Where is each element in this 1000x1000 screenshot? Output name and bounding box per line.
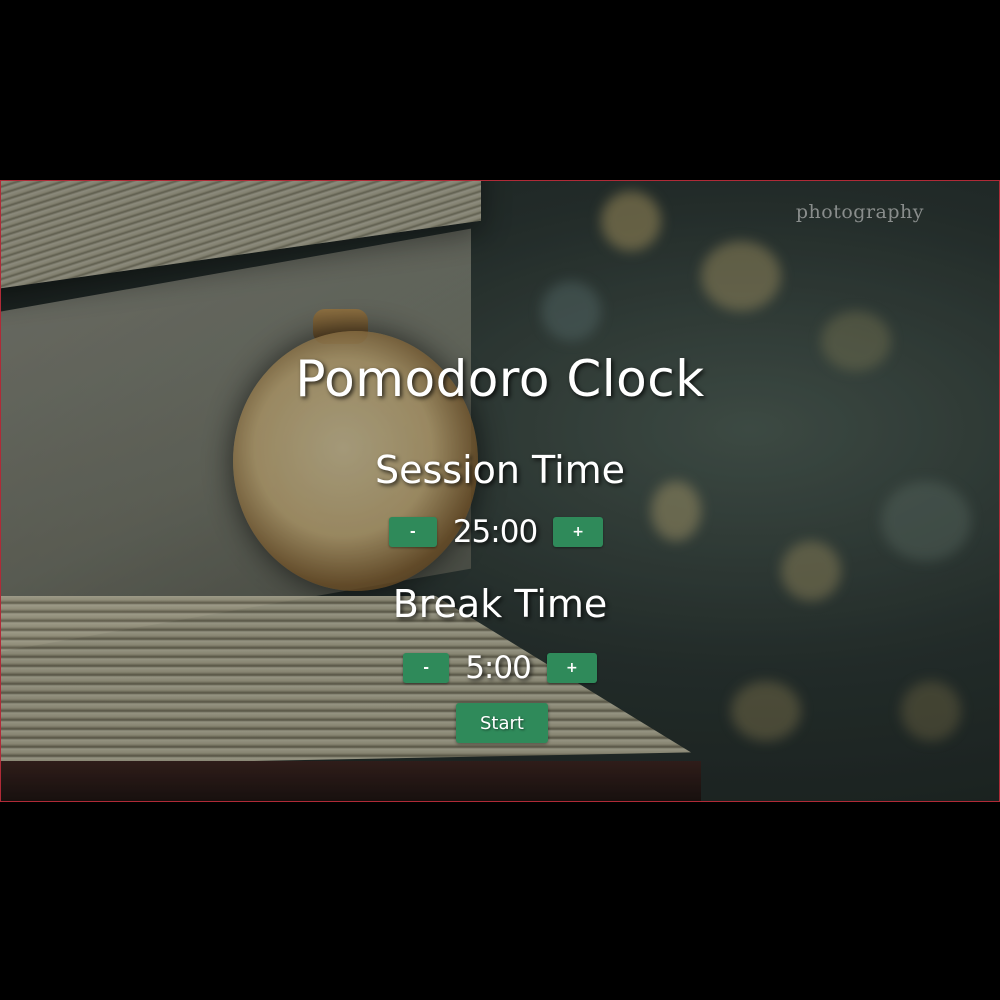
- page-title: Pomodoro Clock: [295, 350, 705, 408]
- break-value: 5:00: [465, 650, 532, 686]
- break-controls: - 5:00 +: [0, 650, 1000, 686]
- start-button[interactable]: Start: [456, 703, 548, 743]
- break-increment-button[interactable]: +: [546, 653, 597, 683]
- session-controls: - 25:00 +: [0, 514, 1000, 550]
- session-increment-button[interactable]: +: [553, 517, 604, 547]
- pomodoro-panel: Pomodoro Clock Session Time - 25:00 + Br…: [0, 180, 1000, 800]
- break-decrement-button[interactable]: -: [403, 653, 450, 683]
- break-label: Break Time: [392, 582, 608, 626]
- session-decrement-button[interactable]: -: [388, 517, 437, 547]
- session-label: Session Time: [374, 448, 626, 492]
- session-value: 25:00: [452, 514, 538, 550]
